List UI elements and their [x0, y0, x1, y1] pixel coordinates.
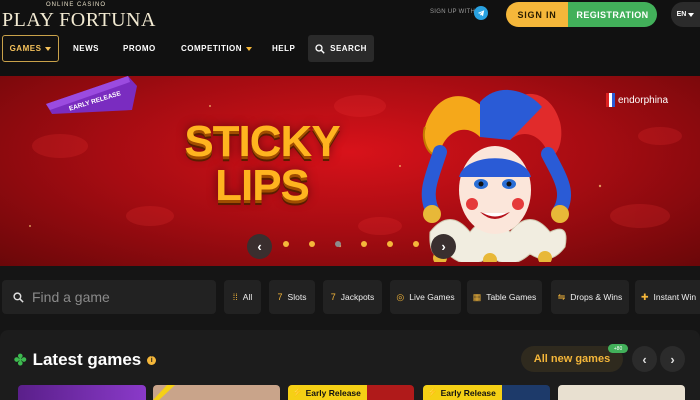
latest-games-heading: ✤ Latest games i — [14, 350, 157, 370]
nav-games[interactable]: GAMES — [2, 35, 59, 62]
endorphina-logo-icon — [606, 93, 615, 107]
logo-title: PLAY FORTUNA — [2, 9, 156, 31]
pagination-dot[interactable] — [361, 241, 367, 247]
provider-badge: endorphina — [606, 93, 668, 107]
signup-with-label: SIGN UP WITH — [430, 9, 476, 15]
filter-chip-all[interactable]: ⁞⁞ All — [224, 280, 261, 314]
filter-chip-label: Drops & Wins — [570, 292, 623, 302]
telegram-icon[interactable] — [474, 6, 488, 20]
banner-title-line2: LIPS — [215, 161, 310, 210]
banner-pagination — [283, 241, 445, 247]
nav-games-label: GAMES — [9, 44, 42, 53]
exclusive-ribbon — [153, 385, 175, 400]
nav-competition-label: COMPETITION — [181, 44, 243, 53]
latest-prev-button[interactable]: ‹ — [632, 346, 657, 372]
provider-name: endorphina — [618, 94, 669, 106]
nav-promo[interactable]: PROMO — [123, 35, 156, 62]
flash-icon: ⚡ — [427, 387, 438, 397]
nav-search-button[interactable]: SEARCH — [308, 35, 374, 62]
slot-seven-icon: 7 — [277, 292, 283, 302]
site-logo[interactable]: ONLINE CASINO PLAY FORTUNA — [2, 2, 155, 32]
game-tile[interactable]: ⚡ Early Release — [288, 385, 414, 400]
chevron-left-icon: ‹ — [642, 351, 647, 367]
grid-icon: ⁞⁞ — [232, 292, 238, 302]
filter-chip-label: Table Games — [486, 292, 537, 302]
nav-help-label: HELP — [272, 44, 296, 53]
search-icon — [13, 291, 24, 303]
info-icon[interactable]: i — [147, 355, 157, 365]
tile-tag-label: Early Release — [305, 387, 361, 398]
nav-news-label: NEWS — [73, 44, 99, 53]
registration-button[interactable]: REGISTRATION — [568, 2, 657, 27]
game-tile[interactable] — [558, 385, 685, 400]
game-tile[interactable] — [153, 385, 280, 400]
banner-title: STICKY LIPS — [176, 120, 348, 208]
jackpot-icon: 7 — [330, 292, 336, 302]
logo-subtitle: ONLINE CASINO — [46, 2, 107, 8]
latest-games-title: Latest games — [32, 350, 142, 369]
nav-news[interactable]: NEWS — [73, 35, 99, 62]
pagination-dot[interactable] — [387, 241, 393, 247]
chevron-right-icon: › — [441, 239, 446, 254]
filter-chip-label: Jackpots — [340, 292, 375, 302]
chevron-left-icon: ‹ — [257, 239, 262, 254]
chevron-down-icon — [688, 12, 695, 17]
clover-icon: ✤ — [14, 352, 27, 369]
gamepad-icon: ✚ — [641, 291, 649, 302]
pagination-dot[interactable] — [283, 241, 289, 247]
early-release-tag: ⚡ Early Release — [288, 385, 367, 400]
tile-tag-label: Early Release — [440, 387, 496, 398]
page: ONLINE CASINO PLAY FORTUNA SIGN UP WITH … — [0, 0, 700, 400]
nav-help[interactable]: HELP — [272, 35, 295, 62]
site-header: ONLINE CASINO PLAY FORTUNA SIGN UP WITH … — [0, 0, 700, 76]
filter-chip-label: Live Games — [409, 292, 455, 302]
main-nav: GAMES NEWS PROMO COMPETITION HELP SEARCH — [0, 35, 700, 63]
chevron-right-icon: › — [670, 351, 675, 367]
search-placeholder: Find a game — [32, 289, 110, 305]
chevron-down-icon — [246, 46, 253, 51]
pagination-dot-active[interactable] — [335, 241, 341, 247]
banner-title-line1: STICKY — [184, 117, 340, 166]
early-release-ribbon: EARLY RELEASE — [46, 76, 137, 114]
filter-chip-live-games[interactable]: ◎ Live Games — [390, 280, 461, 314]
filter-chip-label: All — [242, 292, 253, 302]
filter-chip-label: Slots — [287, 292, 307, 302]
early-release-tag: ⚡ Early Release — [423, 385, 502, 400]
new-games-count-badge: +80 — [608, 344, 628, 353]
all-new-games-label: All new games — [533, 353, 611, 365]
table-icon: ▦ — [472, 291, 482, 302]
filter-chip-slots[interactable]: 7 Slots — [269, 280, 315, 314]
pagination-dot[interactable] — [413, 241, 419, 247]
jester-illustration — [421, 89, 571, 262]
drops-icon: ⇋ — [557, 291, 566, 302]
search-icon — [315, 43, 325, 54]
sign-in-button[interactable]: SIGN IN — [506, 2, 568, 27]
filter-chip-drops-wins[interactable]: ⇋ Drops & Wins — [551, 280, 629, 314]
banner-prev-button[interactable]: ‹ — [247, 234, 272, 259]
filter-chip-jackpots[interactable]: 7 Jackpots — [323, 280, 382, 314]
game-search-input[interactable]: Find a game — [2, 280, 216, 314]
flash-icon: ⚡ — [292, 387, 303, 397]
hero-banner[interactable]: EARLY RELEASE STICKY LIPS endorphina ‹ › — [0, 76, 700, 266]
nav-promo-label: PROMO — [123, 44, 156, 53]
banner-next-button[interactable]: › — [431, 234, 456, 259]
language-selector[interactable]: EN — [671, 2, 700, 27]
filter-chip-table-games[interactable]: ▦ Table Games — [467, 280, 542, 314]
game-filters: Find a game ⁞⁞ All 7 Slots 7 Jackpots ◎ … — [0, 280, 700, 314]
filter-chip-label: Instant Win — [653, 292, 697, 302]
chevron-down-icon — [45, 46, 52, 51]
live-icon: ◎ — [396, 291, 405, 302]
filter-chip-instant-win[interactable]: ✚ Instant Win — [635, 280, 700, 314]
game-tile[interactable]: ⚡ Early Release — [423, 385, 550, 400]
latest-next-button[interactable]: › — [660, 346, 685, 372]
pagination-dot[interactable] — [309, 241, 315, 247]
language-label: EN — [676, 11, 687, 18]
nav-search-label: SEARCH — [330, 44, 367, 53]
game-tile[interactable] — [18, 385, 146, 400]
nav-competition[interactable]: COMPETITION — [181, 35, 253, 62]
